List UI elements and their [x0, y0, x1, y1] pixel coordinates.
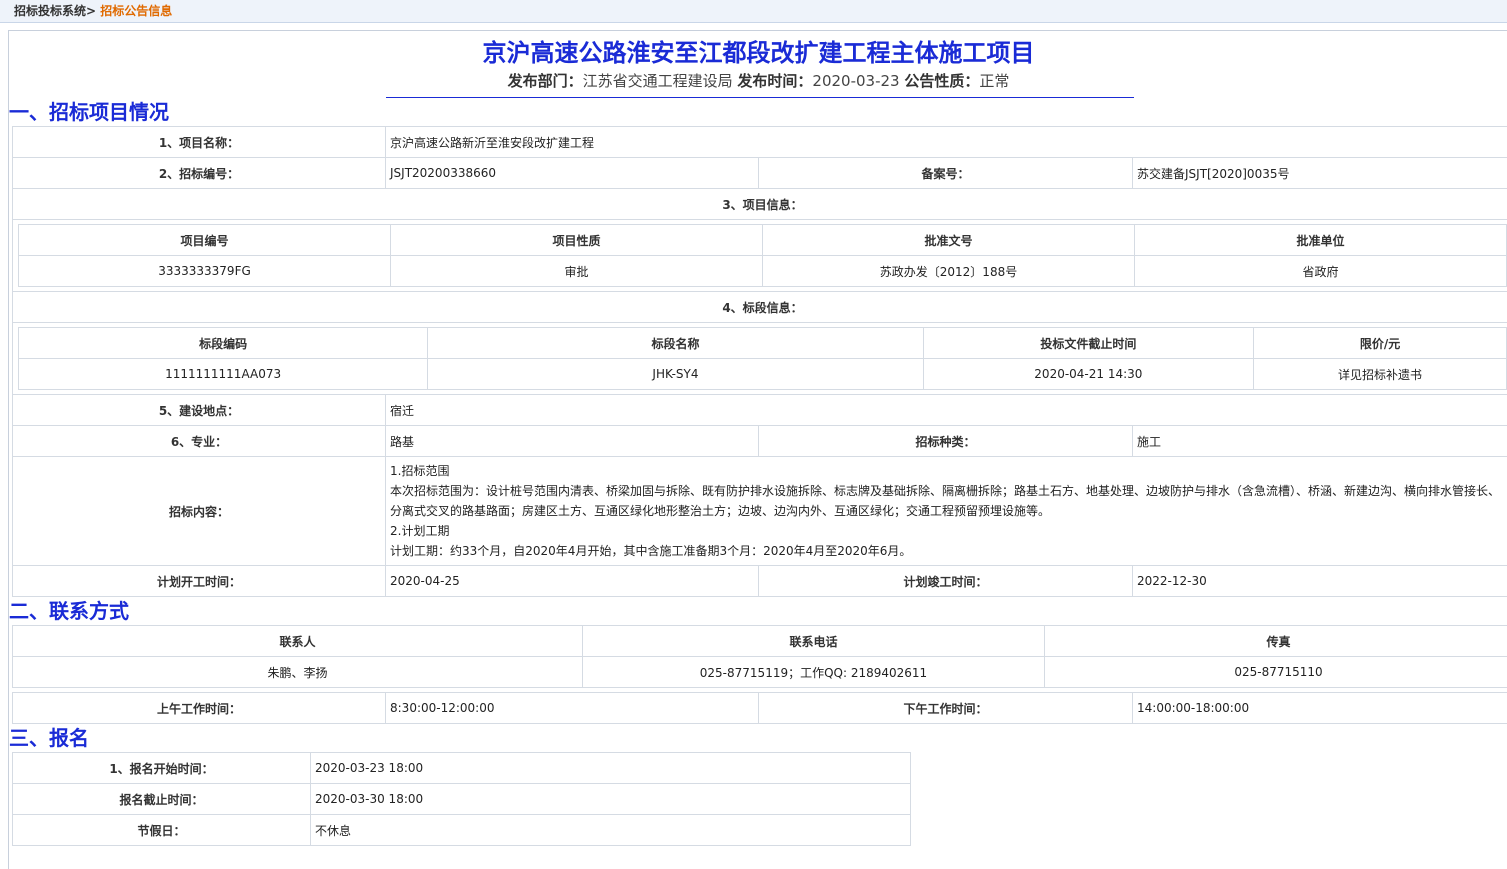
section-cell: 2020-04-21 14:30: [923, 359, 1253, 390]
tender-content-label: 招标内容：: [13, 457, 386, 566]
table-row: 计划开工时间： 2020-04-25 计划竣工时间： 2022-12-30: [13, 566, 1507, 597]
contact-header: 联系电话: [583, 626, 1045, 657]
table-row: 招标内容： 1.招标范围 本次招标范围为：设计桩号范围内清表、桥梁加固与拆除、既…: [13, 457, 1507, 566]
project-info-label: 3、项目信息：: [13, 189, 1507, 220]
breadcrumb: 招标投标系统> 招标公告信息: [0, 0, 1507, 23]
tender-content-value: 1.招标范围 本次招标范围为：设计桩号范围内清表、桥梁加固与拆除、既有防护排水设…: [386, 457, 1507, 566]
table-row: 上午工作时间： 8:30:00-12:00:00 下午工作时间： 14:00:0…: [13, 693, 1507, 724]
reg-start-label: 1、报名开始时间：: [13, 753, 311, 784]
holiday-label: 节假日：: [13, 815, 311, 846]
time-value: 2020-03-23: [812, 72, 899, 90]
plan-start-label: 计划开工时间：: [13, 566, 386, 597]
plan-end-label: 计划竣工时间：: [759, 566, 1133, 597]
breadcrumb-root[interactable]: 招标投标系统>: [14, 4, 96, 18]
nature-label: 公告性质：: [904, 72, 979, 90]
tender-type-label: 招标种类：: [759, 426, 1133, 457]
reg-end-value: 2020-03-30 18:00: [311, 784, 911, 815]
section-header: 限价/元: [1254, 328, 1507, 359]
table-row: 朱鹏、李扬 025-87715119；工作QQ: 2189402611 025-…: [13, 657, 1507, 688]
work-hours-table: 上午工作时间： 8:30:00-12:00:00 下午工作时间： 14:00:0…: [12, 692, 1507, 724]
table-row: 项目编号 项目性质 批准文号 批准单位: [19, 225, 1507, 256]
table-row: 3、项目信息：: [13, 189, 1507, 220]
table-row: 报名截止时间： 2020-03-30 18:00: [13, 784, 911, 815]
table-row: 项目编号 项目性质 批准文号 批准单位 3333333379FG 审批 苏政办发…: [13, 220, 1507, 292]
project-name-value: 京沪高速公路新沂至淮安段改扩建工程: [386, 127, 1507, 158]
registration-table: 1、报名开始时间： 2020-03-23 18:00 报名截止时间： 2020-…: [12, 752, 911, 846]
section-header: 标段名称: [428, 328, 924, 359]
major-value: 路基: [386, 426, 759, 457]
table-row: 3333333379FG 审批 苏政办发〔2012〕188号 省政府: [19, 256, 1507, 287]
contact-person: 朱鹏、李扬: [13, 657, 583, 688]
plan-start-value: 2020-04-25: [386, 566, 759, 597]
section-cell: 详见招标补遗书: [1254, 359, 1507, 390]
time-label: 发布时间：: [737, 72, 812, 90]
table-row: 1、报名开始时间： 2020-03-23 18:00: [13, 753, 911, 784]
am-hours-label: 上午工作时间：: [13, 693, 386, 724]
section-header: 标段编码: [19, 328, 428, 359]
pm-hours-value: 14:00:00-18:00:00: [1133, 693, 1507, 724]
major-label: 6、专业：: [13, 426, 386, 457]
table-row: 标段编码 标段名称 投标文件截止时间 限价/元 1111111111AA073 …: [13, 323, 1507, 395]
project-info-table: 项目编号 项目性质 批准文号 批准单位 3333333379FG 审批 苏政办发…: [18, 224, 1507, 287]
section-info-cell: 标段编码 标段名称 投标文件截止时间 限价/元 1111111111AA073 …: [13, 323, 1507, 395]
nature-value: 正常: [979, 72, 1009, 90]
tender-code-value: JSJT20200338660: [386, 158, 759, 189]
tender-code-label: 2、招标编号：: [13, 158, 386, 189]
record-no-label: 备案号：: [759, 158, 1133, 189]
breadcrumb-current[interactable]: 招标公告信息: [100, 4, 172, 18]
project-info-cell: 项目编号 项目性质 批准文号 批准单位 3333333379FG 审批 苏政办发…: [13, 220, 1507, 292]
info-header: 项目性质: [391, 225, 763, 256]
location-label: 5、建设地点：: [13, 395, 386, 426]
info-cell: 省政府: [1135, 256, 1507, 287]
section-info-table: 标段编码 标段名称 投标文件截止时间 限价/元 1111111111AA073 …: [18, 327, 1507, 390]
content-line: 计划工期：约33个月，自2020年4月开始，其中含施工准备期3个月：2020年4…: [390, 541, 1507, 561]
contact-fax: 025-87715110: [1045, 657, 1507, 688]
holiday-value: 不休息: [311, 815, 911, 846]
publish-meta: 发布部门：江苏省交通工程建设局 发布时间：2020-03-23 公告性质：正常: [9, 69, 1507, 93]
dept-label: 发布部门：: [508, 72, 583, 90]
info-header: 项目编号: [19, 225, 391, 256]
plan-end-value: 2022-12-30: [1133, 566, 1507, 597]
table-row: 标段编码 标段名称 投标文件截止时间 限价/元: [19, 328, 1507, 359]
location-value: 宿迁: [386, 395, 1507, 426]
table-row: 1111111111AA073 JHK-SY4 2020-04-21 14:30…: [19, 359, 1507, 390]
info-cell: 审批: [391, 256, 763, 287]
am-hours-value: 8:30:00-12:00:00: [386, 693, 759, 724]
table-row: 5、建设地点： 宿迁: [13, 395, 1507, 426]
info-cell: 3333333379FG: [19, 256, 391, 287]
tender-type-value: 施工: [1133, 426, 1507, 457]
section-cell: 1111111111AA073: [19, 359, 428, 390]
table-row: 2、招标编号： JSJT20200338660 备案号： 苏交建备JSJT[20…: [13, 158, 1507, 189]
info-header: 批准单位: [1135, 225, 1507, 256]
table-row: 6、专业： 路基 招标种类： 施工: [13, 426, 1507, 457]
project-name-label: 1、项目名称：: [13, 127, 386, 158]
info-cell: 苏政办发〔2012〕188号: [763, 256, 1135, 287]
table-row: 节假日： 不休息: [13, 815, 911, 846]
project-table: 1、项目名称： 京沪高速公路新沂至淮安段改扩建工程 2、招标编号： JSJT20…: [12, 126, 1507, 597]
reg-start-value: 2020-03-23 18:00: [311, 753, 911, 784]
contact-header: 联系人: [13, 626, 583, 657]
reg-end-label: 报名截止时间：: [13, 784, 311, 815]
pm-hours-label: 下午工作时间：: [759, 693, 1133, 724]
announcement-page: 京沪高速公路淮安至江都段改扩建工程主体施工项目 发布部门：江苏省交通工程建设局 …: [8, 30, 1507, 869]
table-row: 1、项目名称： 京沪高速公路新沂至淮安段改扩建工程: [13, 127, 1507, 158]
section-project-heading: 一、招标项目情况: [9, 98, 1507, 126]
contact-header: 传真: [1045, 626, 1507, 657]
content-line: 本次招标范围为：设计桩号范围内清表、桥梁加固与拆除、既有防护排水设施拆除、标志牌…: [390, 481, 1507, 521]
section-cell: JHK-SY4: [428, 359, 924, 390]
table-row: 4、标段信息：: [13, 292, 1507, 323]
contact-table: 联系人 联系电话 传真 朱鹏、李扬 025-87715119；工作QQ: 218…: [12, 625, 1507, 688]
page-title: 京沪高速公路淮安至江都段改扩建工程主体施工项目: [9, 37, 1507, 69]
section-registration-heading: 三、报名: [9, 724, 1507, 752]
record-no-value: 苏交建备JSJT[2020]0035号: [1133, 158, 1507, 189]
contact-phone: 025-87715119；工作QQ: 2189402611: [583, 657, 1045, 688]
dept-value: 江苏省交通工程建设局: [583, 72, 733, 90]
section-contact-heading: 二、联系方式: [9, 597, 1507, 625]
content-line: 2.计划工期: [390, 521, 1507, 541]
content-line: 1.招标范围: [390, 461, 1507, 481]
info-header: 批准文号: [763, 225, 1135, 256]
section-info-label: 4、标段信息：: [13, 292, 1507, 323]
table-row: 联系人 联系电话 传真: [13, 626, 1507, 657]
section-header: 投标文件截止时间: [923, 328, 1253, 359]
